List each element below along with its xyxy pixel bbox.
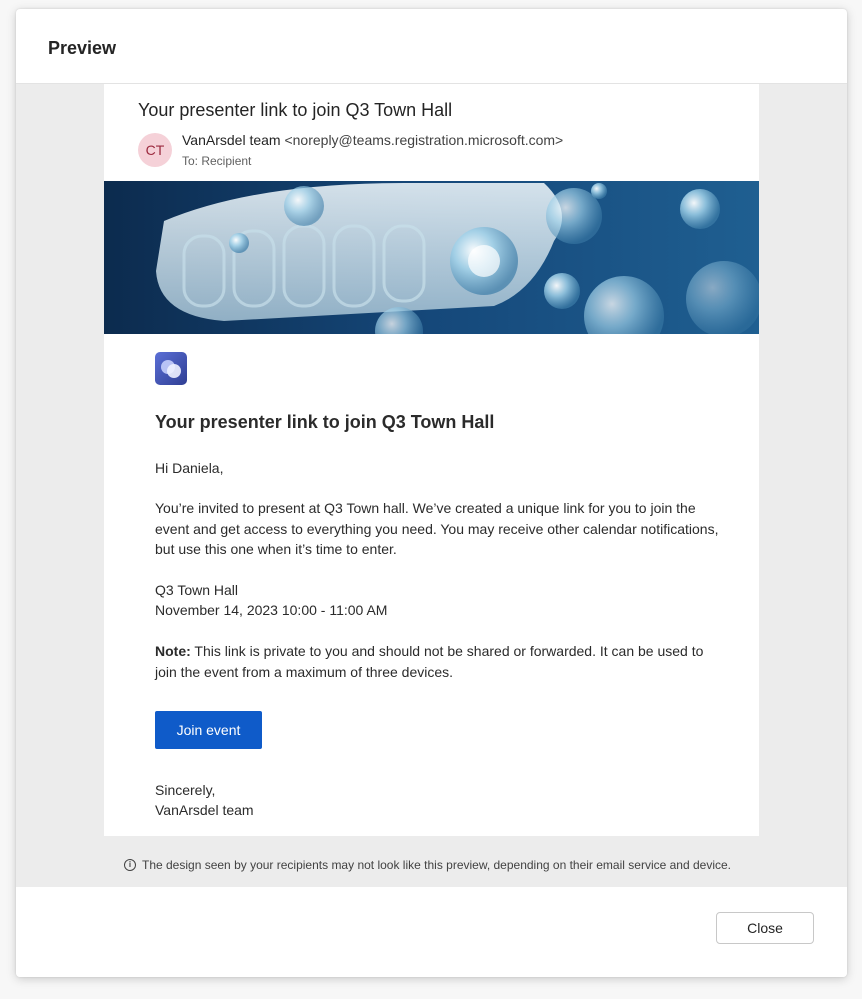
note-text: This link is private to you and should n… xyxy=(155,643,704,680)
email-subject: Your presenter link to join Q3 Town Hall xyxy=(138,100,453,120)
email-heading: Your presenter link to join Q3 Town Hall xyxy=(155,412,495,432)
intro-paragraph: You’re invited to present at Q3 Town hal… xyxy=(155,500,719,557)
note-paragraph: Note: This link is private to you and sh… xyxy=(155,641,725,682)
email-preview: Your presenter link to join Q3 Town Hall… xyxy=(104,84,759,836)
note-label: Note: xyxy=(155,643,191,659)
banner-image xyxy=(104,181,759,334)
signature-text: VanArsdel team xyxy=(155,802,254,818)
teams-logo-icon xyxy=(155,352,187,385)
event-name: Q3 Town Hall xyxy=(155,582,239,598)
greeting-text: Hi Daniela, xyxy=(155,460,224,476)
preview-dialog: Preview Your presenter link to join Q3 T… xyxy=(16,9,847,977)
dialog-footer: Close xyxy=(16,887,847,977)
dialog-title: Preview xyxy=(48,38,117,58)
sender-line: VanArsdel team <noreply@teams.registrati… xyxy=(182,132,563,148)
sender-name: VanArsdel team xyxy=(182,132,281,148)
event-time: November 14, 2023 10:00 - 11:00 AM xyxy=(155,602,388,618)
dialog-header: Preview xyxy=(16,9,847,83)
disclaimer-text: The design seen by your recipients may n… xyxy=(142,858,731,872)
recipient-line: To: Recipient xyxy=(182,154,252,168)
preview-area[interactable]: Your presenter link to join Q3 Town Hall… xyxy=(16,83,847,888)
sender-avatar: CT xyxy=(138,133,172,167)
sender-email: <noreply@teams.registration.microsoft.co… xyxy=(284,132,564,148)
signoff-text: Sincerely, xyxy=(155,782,216,798)
close-button[interactable]: Close xyxy=(716,912,814,944)
join-event-button[interactable]: Join event xyxy=(155,711,262,749)
disclaimer: i The design seen by your recipients may… xyxy=(124,858,731,872)
info-icon: i xyxy=(124,859,136,871)
